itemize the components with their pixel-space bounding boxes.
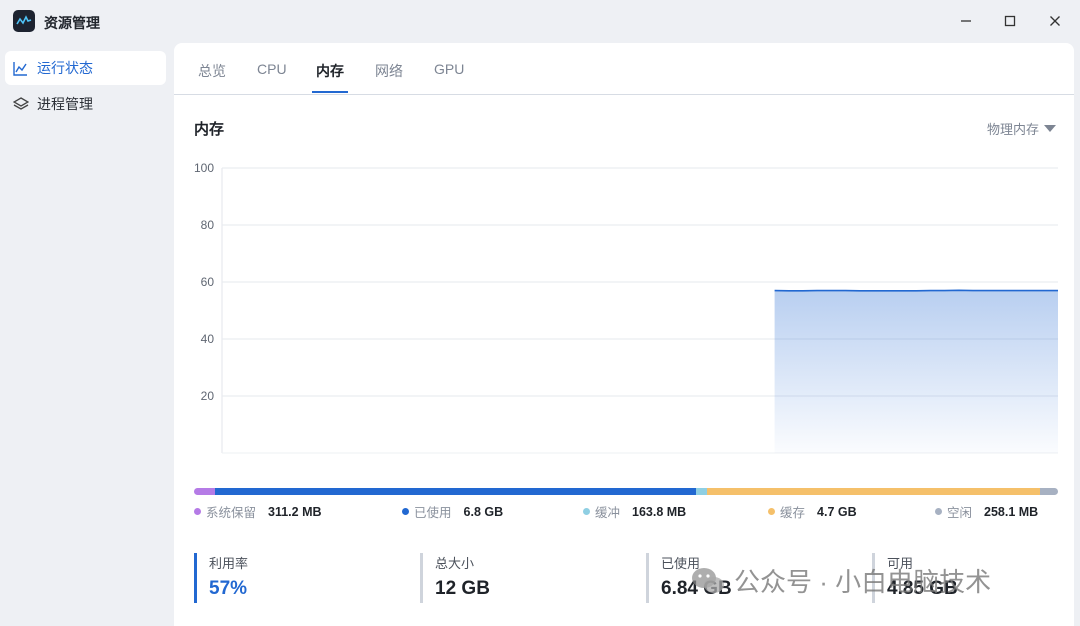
legend-value: 6.8 GB (463, 504, 504, 519)
legend-dot (583, 508, 590, 515)
tab-memory[interactable]: 内存 (316, 61, 344, 81)
legend-label: 已使用 (414, 506, 452, 520)
sidebar-item-label: 运行状态 (37, 60, 93, 76)
memory-composition-bar (194, 488, 1058, 495)
watermark: 公众号 · 小白电脑技术 (690, 562, 991, 599)
tab-gpu[interactable]: GPU (434, 61, 464, 77)
legend-value: 163.8 MB (632, 504, 687, 519)
legend-dot (194, 508, 201, 515)
legend-dot (935, 508, 942, 515)
sidebar-item-label: 进程管理 (37, 96, 93, 112)
memory-usage-line (774, 289, 1058, 292)
legend-label: 空闲 (947, 506, 973, 520)
stat-utilization: 利用率 57% (194, 553, 248, 603)
legend-label: 缓存 (780, 506, 806, 520)
legend-buffer: 缓冲 163.8 MB (583, 502, 686, 521)
minimize-button[interactable] (953, 9, 979, 33)
sidebar-item-processes[interactable]: 进程管理 (5, 87, 166, 121)
legend-label: 系统保留 (206, 506, 257, 520)
memory-segment (707, 488, 1040, 495)
legend-label: 缓冲 (595, 506, 621, 520)
title-bar: 资源管理 (0, 0, 1080, 42)
stat-label: 总大小 (435, 556, 475, 571)
legend-value: 311.2 MB (268, 504, 322, 519)
y-tick-label: 20 (201, 389, 215, 403)
tab-bar: 总览 CPU 内存 网络 GPU (174, 43, 1074, 95)
memory-segment (695, 488, 708, 495)
legend-dot (768, 508, 775, 515)
tab-network[interactable]: 网络 (375, 61, 403, 81)
legend-free: 空闲 258.1 MB (935, 502, 1038, 521)
memory-segment (1039, 488, 1058, 495)
memory-type-dropdown[interactable]: 物理内存 (987, 119, 1056, 138)
minimize-icon (961, 20, 971, 22)
line-chart-icon (13, 60, 29, 76)
maximize-button[interactable] (997, 9, 1023, 33)
y-tick-label: 80 (201, 218, 215, 232)
close-icon (1050, 16, 1060, 26)
app-icon (13, 10, 35, 32)
wechat-icon (692, 567, 724, 593)
memory-usage-area (774, 290, 1058, 453)
legend-cache: 缓存 4.7 GB (768, 502, 857, 521)
y-tick-label: 60 (201, 275, 215, 289)
stat-label: 利用率 (209, 556, 249, 571)
main-panel: 总览 CPU 内存 网络 GPU 内存 物理内存 100 80 60 40 20 系统保… (174, 43, 1074, 626)
legend-used: 已使用 6.8 GB (402, 502, 503, 521)
window-title: 资源管理 (44, 15, 100, 31)
active-tab-indicator (312, 91, 348, 93)
memory-segment (194, 488, 215, 495)
tab-cpu[interactable]: CPU (257, 61, 287, 77)
caret-down-icon (1044, 125, 1056, 132)
y-tick-label: 40 (201, 332, 215, 346)
close-button[interactable] (1042, 9, 1068, 33)
memory-usage-chart: 100 80 60 40 20 (194, 161, 1058, 454)
watermark-text: 公众号 · 小白电脑技术 (734, 567, 992, 597)
stat-value: 57% (209, 578, 248, 599)
tab-overview[interactable]: 总览 (198, 61, 226, 81)
sidebar-item-status[interactable]: 运行状态 (5, 51, 166, 85)
legend-dot (402, 508, 409, 515)
legend-value: 4.7 GB (817, 504, 857, 519)
maximize-icon (1004, 15, 1016, 27)
legend-system-reserved: 系统保留 311.2 MB (194, 502, 322, 521)
layers-icon (13, 96, 29, 112)
dropdown-value: 物理内存 (986, 122, 1039, 137)
section-title: 内存 (194, 121, 225, 138)
memory-segment (214, 488, 696, 495)
stat-total-size: 总大小 12 GB (420, 553, 490, 603)
legend-value: 258.1 MB (984, 504, 1039, 519)
y-tick-label: 100 (194, 161, 214, 175)
stat-value: 12 GB (435, 578, 490, 599)
sidebar: 运行状态 进程管理 (0, 42, 172, 626)
